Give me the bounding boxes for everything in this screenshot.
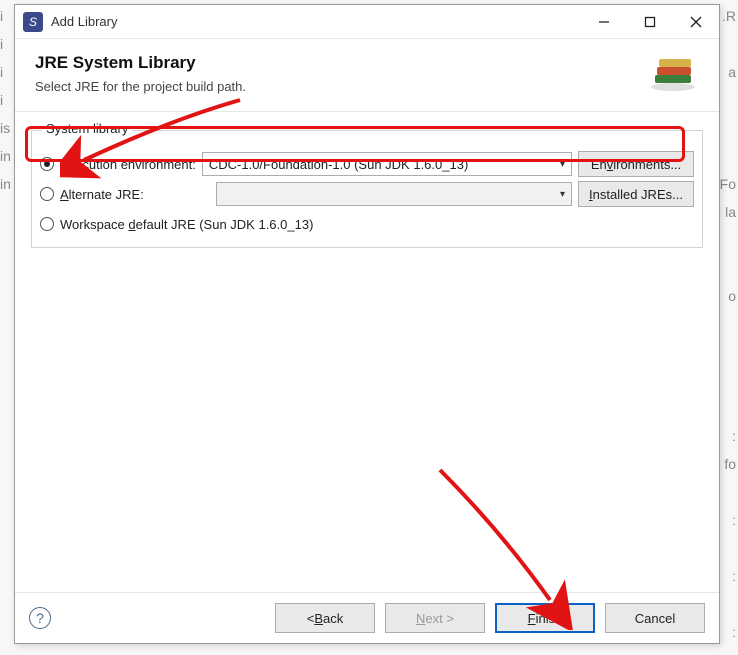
next-button[interactable]: Next > — [385, 603, 485, 633]
installed-jres-button[interactable]: Installed JREs... — [578, 181, 694, 207]
maximize-button[interactable] — [627, 6, 673, 38]
environments-button[interactable]: Environments... — [578, 151, 694, 177]
window-title: Add Library — [51, 14, 117, 29]
minimize-button[interactable] — [581, 6, 627, 38]
combo-alternate-jre[interactable]: ▾ — [216, 182, 572, 206]
page-subtitle: Select JRE for the project build path. — [35, 79, 637, 94]
titlebar: S Add Library — [15, 5, 719, 39]
label-workspace-default: Workspace default JRE (Sun JDK 1.6.0_13) — [60, 217, 313, 232]
finish-button[interactable]: Finish — [495, 603, 595, 633]
label-execution-environment: Execution environment: — [60, 157, 196, 172]
row-execution-environment: Execution environment: CDC-1.0/Foundatio… — [40, 149, 694, 179]
dialog-header: JRE System Library Select JRE for the pr… — [15, 39, 719, 112]
cancel-button[interactable]: Cancel — [605, 603, 705, 633]
dialog-content: System library Execution environment: CD… — [15, 112, 719, 592]
label-alternate-jre: Alternate JRE: — [60, 187, 144, 202]
background-editor-right: .R a Fo la o : fo : : : — [720, 2, 736, 646]
close-button[interactable] — [673, 6, 719, 38]
background-editor-left: i i i i is in in — [0, 2, 11, 198]
back-button[interactable]: < Back — [275, 603, 375, 633]
dialog-button-bar: ? < Back Next > Finish Cancel — [15, 592, 719, 643]
radio-workspace-default[interactable] — [40, 217, 54, 231]
app-icon: S — [23, 12, 43, 32]
add-library-dialog: S Add Library JRE System Library Select … — [14, 4, 720, 644]
row-alternate-jre: Alternate JRE: ▾ Installed JREs... — [40, 179, 694, 209]
page-title: JRE System Library — [35, 53, 637, 73]
group-legend: System library — [42, 121, 132, 136]
row-workspace-default: Workspace default JRE (Sun JDK 1.6.0_13) — [40, 209, 694, 239]
chevron-down-icon: ▾ — [560, 189, 565, 200]
library-books-icon — [647, 53, 699, 97]
combo-execution-environment[interactable]: CDC-1.0/Foundation-1.0 (Sun JDK 1.6.0_13… — [202, 152, 572, 176]
radio-execution-environment[interactable] — [40, 157, 54, 171]
system-library-group: System library Execution environment: CD… — [31, 130, 703, 248]
help-icon[interactable]: ? — [29, 607, 51, 629]
chevron-down-icon: ▾ — [560, 159, 565, 170]
radio-alternate-jre[interactable] — [40, 187, 54, 201]
combo-execution-environment-value: CDC-1.0/Foundation-1.0 (Sun JDK 1.6.0_13… — [209, 157, 560, 172]
